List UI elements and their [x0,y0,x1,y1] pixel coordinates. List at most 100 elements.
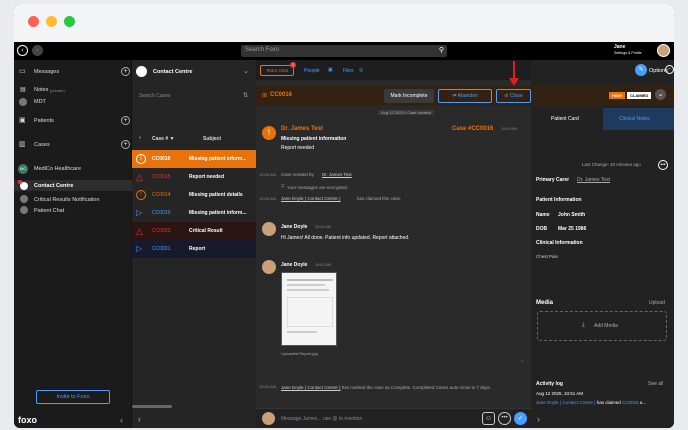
options-more-icon[interactable]: – [665,65,674,74]
abandon-button[interactable]: ⇄ Abandon [438,89,492,103]
alert-icon: ! [136,154,146,164]
case-subject-message: Missing patient information [281,136,347,142]
activity-log-heading: Activity log [536,381,563,387]
primary-carer-value[interactable]: Dr. James Test [577,177,610,183]
close-case-button[interactable]: ⊘ Close [496,89,531,103]
global-search-input[interactable]: Search Foxo [245,47,279,53]
patient-info-heading: Patient Information [536,197,582,203]
forward-icon[interactable]: › [32,45,43,56]
window-titlebar [14,4,674,42]
case-id-header: CC0016 [270,92,293,98]
sidebar-item-critical-results[interactable]: Critical Results Notification [34,197,99,203]
sidebar: ▭ Messages + ▤ Notes (private) MDT ▣ Pat… [14,60,132,428]
activity-case-link[interactable]: CC0016 [622,400,639,405]
collapse-sidebar-icon[interactable]: ‹ [120,415,123,425]
more-icon[interactable]: ••• [658,160,668,170]
message-author[interactable]: Jane Doyle [281,262,307,268]
search-icon: ⚲ [438,47,444,54]
unread-dot-icon [18,180,22,184]
collapse-panel-icon[interactable]: ‹ [138,414,141,424]
sidebar-item-patients[interactable]: Patients [34,118,54,124]
sort-filter-icon[interactable]: ⇅ [243,92,248,99]
settings-profile-link[interactable]: Settings & Profile [614,51,642,55]
tab-people[interactable]: People [304,68,320,74]
status-dropdown-icon[interactable]: ⌄ [655,89,666,100]
more-options-icon[interactable]: ••• [498,412,511,425]
tab-files[interactable]: Files [343,68,354,74]
message-time: 10:00 AM [501,127,518,131]
global-search[interactable]: Search Foxo ⚲ [241,45,447,57]
report-attachment-thumbnail[interactable] [281,272,337,346]
sidebar-item-messages[interactable]: Messages [34,69,59,75]
user-name[interactable]: Jane [614,44,625,50]
search-cases-input[interactable]: Search Cases [139,93,170,99]
org-logo-icon: MC [18,164,28,174]
thumbs-up-icon[interactable]: ✓ [514,412,527,425]
org-name[interactable]: MediCo Healthcare [34,166,81,172]
select-all-icon[interactable]: ▼ [138,135,142,140]
tab-patient-card[interactable]: Patient Card [531,108,603,130]
user-avatar[interactable] [657,44,670,57]
table-row[interactable]: △ CC0015 Report needed [132,168,256,186]
system-link[interactable]: Dr. James Test [322,172,352,177]
patient-card-tab-label: Patient Card [551,116,579,122]
table-row[interactable]: ! CC0016 Missing patient inform... [132,150,256,168]
play-icon: ▷ [136,208,143,217]
table-row[interactable]: △ CC0003 Critical Result [132,222,256,240]
add-media-dropzone[interactable]: ⤓ Add Media [537,311,667,341]
activity-user-link[interactable]: Jane Doyle ( Contact Centre ) [536,400,596,405]
contact-centre-avatar [136,66,147,77]
invite-button[interactable]: Invite to Foxo [36,390,110,404]
maximize-window-button[interactable] [64,16,75,27]
table-row[interactable]: ▷ CC0010 Missing patient inform... [132,204,256,222]
expand-panel-icon[interactable]: › [537,414,540,424]
case-body-message: Report needed [281,145,315,151]
see-all-link[interactable]: See all [648,381,663,387]
chevron-down-icon[interactable]: ⌄ [243,67,249,75]
invite-label: Invite to Foxo [56,394,90,400]
column-header-subject[interactable]: Subject [203,136,221,142]
name-value: John Smith [558,212,586,218]
options-area [434,60,531,80]
case-subject: Missing patient inform... [189,210,247,216]
upload-link[interactable]: Upload [649,300,665,306]
message-time: 10:02 AM [315,225,332,229]
case-icon: ⊞ [262,93,268,99]
sidebar-item-patient-chat[interactable]: Patient Chat [34,208,64,214]
table-row[interactable]: ▷ CC0001 Report [132,240,256,258]
media-heading: Media [536,300,554,306]
abandon-label: Abandon [457,93,478,99]
add-message-icon[interactable]: + [121,67,130,76]
last-change: Last Change: 48 minutes ago [582,162,641,167]
horizontal-scrollbar[interactable] [132,405,172,408]
chat-panel: Team Chat 1 People ▣ Files ◎ ⊞ CC0016 Ma… [256,60,531,428]
avatar[interactable] [262,222,276,236]
sidebar-item-cases[interactable]: Cases [34,142,50,148]
mark-incomplete-label: Mark Incomplete [390,93,428,99]
system-link[interactable]: Jane Doyle ( Contact Centre ) [281,196,341,201]
system-link[interactable]: Jane Doyle ( Contact Centre ) [281,385,341,390]
sidebar-item-mdt[interactable]: MDT [34,99,46,105]
message-author[interactable]: Dr. James Test [281,126,323,132]
tab-team-chat[interactable]: Team Chat [260,65,294,76]
case-link[interactable]: Case #CC0016 [452,126,493,132]
minimize-window-button[interactable] [46,16,57,27]
notes-icon: ▤ [20,87,26,93]
message-time: 10:02 AM [315,263,332,267]
edit-icon[interactable]: ✎ [635,64,647,76]
sidebar-item-contact-centre[interactable]: Contact Centre [14,180,132,191]
close-window-button[interactable] [28,16,39,27]
mark-incomplete-button[interactable]: Mark Incomplete [384,89,434,103]
add-patient-icon[interactable]: + [121,116,130,125]
message-author[interactable]: Jane Doyle [281,224,307,230]
add-case-icon[interactable]: + [121,140,130,149]
avatar[interactable] [262,260,276,274]
table-row[interactable]: ! CC0014 Missing patient details [132,186,256,204]
message-input[interactable]: Message James... use @ to mention [281,416,362,422]
sidebar-item-notes[interactable]: Notes [34,87,48,93]
back-icon[interactable]: ‹ [17,45,28,56]
attachment-caption: Uploaded Report.jpg [281,351,318,356]
sticker-icon[interactable]: ☺ [482,412,495,425]
column-header-case[interactable]: Case # ▼ [152,136,174,142]
tab-clinical-notes[interactable]: Clinical Notes [603,108,674,130]
